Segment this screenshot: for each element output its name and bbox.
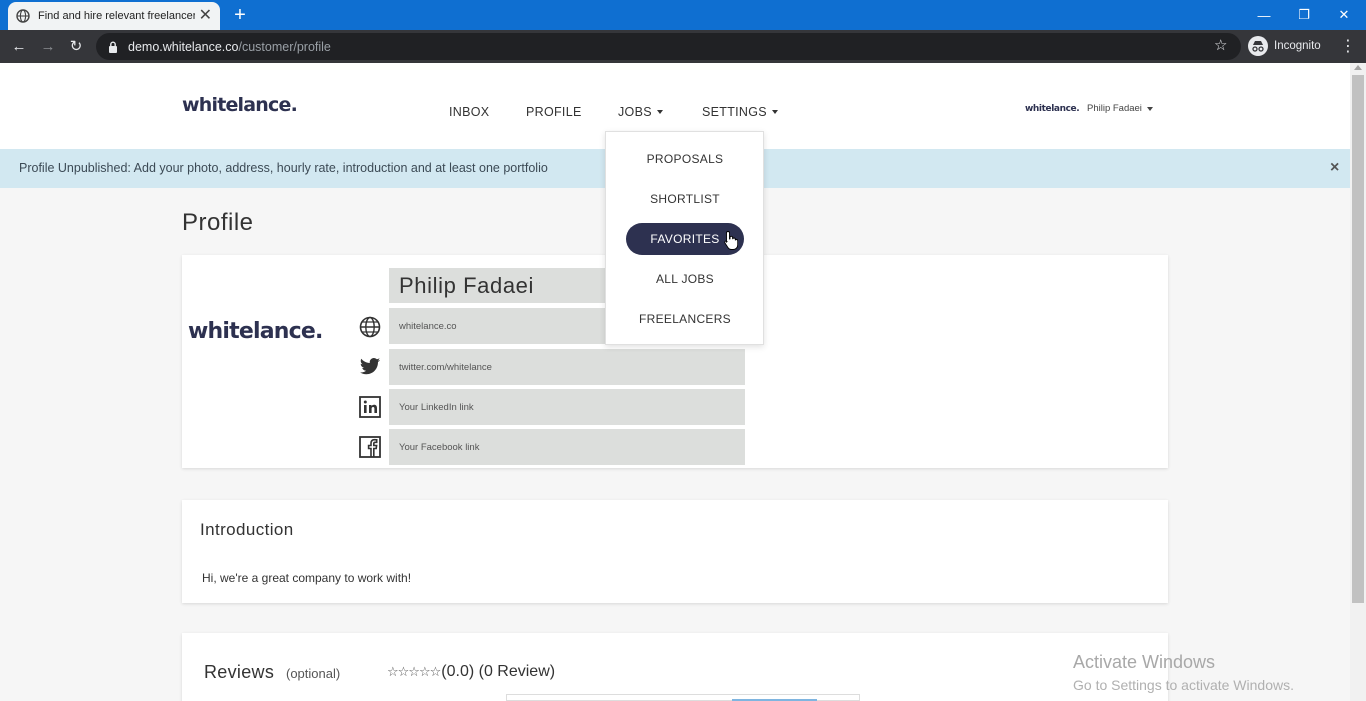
jobs-dropdown-menu: PROPOSALS SHORTLIST FAVORITES ALL JOBS F…: [605, 131, 764, 345]
browser-menu-icon[interactable]: ⋮: [1338, 36, 1358, 56]
activate-windows-subtitle: Go to Settings to activate Windows.: [1073, 677, 1294, 693]
user-avatar-logo[interactable]: whitelance.: [1025, 104, 1080, 114]
bottom-widget: [506, 694, 860, 701]
nav-settings[interactable]: SETTINGS: [702, 105, 778, 119]
user-menu[interactable]: Philip Fadaei: [1087, 103, 1153, 114]
close-window-button[interactable]: ✕: [1324, 0, 1364, 30]
url-host: demo.whitelance.co: [128, 39, 239, 54]
user-name: Philip Fadaei: [1087, 103, 1142, 114]
browser-toolbar: ← → ↻ demo.whitelance.co/customer/profil…: [0, 30, 1366, 63]
alert-text: Profile Unpublished: Add your photo, add…: [19, 161, 548, 175]
nav-profile[interactable]: PROFILE: [526, 105, 582, 119]
caret-down-icon: [771, 110, 778, 114]
maximize-button[interactable]: ❐: [1284, 0, 1324, 30]
dropdown-item-freelancers[interactable]: FREELANCERS: [626, 303, 744, 335]
reviews-rating: ☆☆☆☆☆ (0.0) (0 Review): [387, 663, 555, 681]
minimize-button[interactable]: —: [1244, 0, 1284, 30]
incognito-indicator[interactable]: Incognito: [1248, 34, 1321, 58]
linkedin-icon: [359, 396, 381, 418]
back-icon[interactable]: ←: [8, 36, 30, 58]
browser-tab-bar: Find and hire relevant freelancers ✕ + —…: [0, 0, 1366, 30]
hand-cursor-icon: [724, 231, 738, 250]
facebook-icon: [359, 436, 381, 458]
reviews-rating-text: (0.0) (0 Review): [441, 663, 556, 680]
introduction-title: Introduction: [200, 520, 294, 539]
forward-icon[interactable]: →: [37, 36, 59, 58]
introduction-card: Introduction Hi, we're a great company t…: [182, 500, 1168, 603]
nav-inbox[interactable]: INBOX: [449, 105, 489, 119]
url-path: /customer/profile: [238, 39, 331, 54]
caret-down-icon: [1146, 106, 1153, 111]
page-content: whitelance. INBOX PROFILE JOBS SETTINGS …: [0, 63, 1350, 701]
nav-jobs-label: JOBS: [618, 105, 652, 119]
reviews-card: Reviews (optional) ☆☆☆☆☆ (0.0) (0 Review…: [182, 633, 1168, 701]
incognito-icon: [1248, 36, 1268, 56]
caret-down-icon: [656, 110, 663, 114]
browser-tab[interactable]: Find and hire relevant freelancers ✕: [8, 2, 220, 30]
website-field[interactable]: whitelance.co: [389, 308, 607, 344]
tab-title: Find and hire relevant freelancers: [38, 10, 195, 22]
tab-close-icon[interactable]: ✕: [199, 8, 212, 24]
dropdown-item-all-jobs[interactable]: ALL JOBS: [626, 263, 744, 295]
dropdown-item-shortlist[interactable]: SHORTLIST: [626, 183, 744, 215]
dropdown-item-proposals[interactable]: PROPOSALS: [626, 143, 744, 175]
reviews-optional-label: (optional): [286, 666, 341, 681]
globe-icon: [359, 316, 381, 338]
reload-icon[interactable]: ↻: [65, 36, 87, 58]
lock-icon: [108, 41, 118, 53]
incognito-label: Incognito: [1274, 40, 1321, 52]
linkedin-field[interactable]: Your LinkedIn link: [389, 389, 745, 425]
twitter-field[interactable]: twitter.com/whitelance: [389, 349, 745, 385]
new-tab-button[interactable]: +: [228, 3, 252, 27]
bookmark-star-icon[interactable]: ☆: [1214, 36, 1227, 54]
site-logo[interactable]: whitelance.: [182, 94, 298, 116]
facebook-field[interactable]: Your Facebook link: [389, 429, 745, 465]
page-title: Profile: [182, 209, 254, 236]
alert-close-icon[interactable]: ×: [1330, 159, 1339, 177]
globe-icon: [16, 9, 30, 23]
nav-settings-label: SETTINGS: [702, 105, 767, 119]
company-logo: whitelance.: [188, 319, 323, 344]
reviews-title: Reviews: [204, 662, 275, 682]
activate-windows-title: Activate Windows: [1073, 652, 1216, 672]
page-scrollbar[interactable]: [1350, 63, 1366, 701]
twitter-icon: [359, 356, 381, 378]
scroll-up-icon[interactable]: [1354, 65, 1362, 70]
star-rating-icon: ☆☆☆☆☆: [387, 664, 441, 679]
scrollbar-thumb[interactable]: [1352, 75, 1364, 603]
nav-jobs[interactable]: JOBS: [618, 105, 663, 119]
introduction-text: Hi, we're a great company to work with!: [202, 571, 412, 585]
address-bar[interactable]: demo.whitelance.co/customer/profile: [96, 33, 1241, 60]
